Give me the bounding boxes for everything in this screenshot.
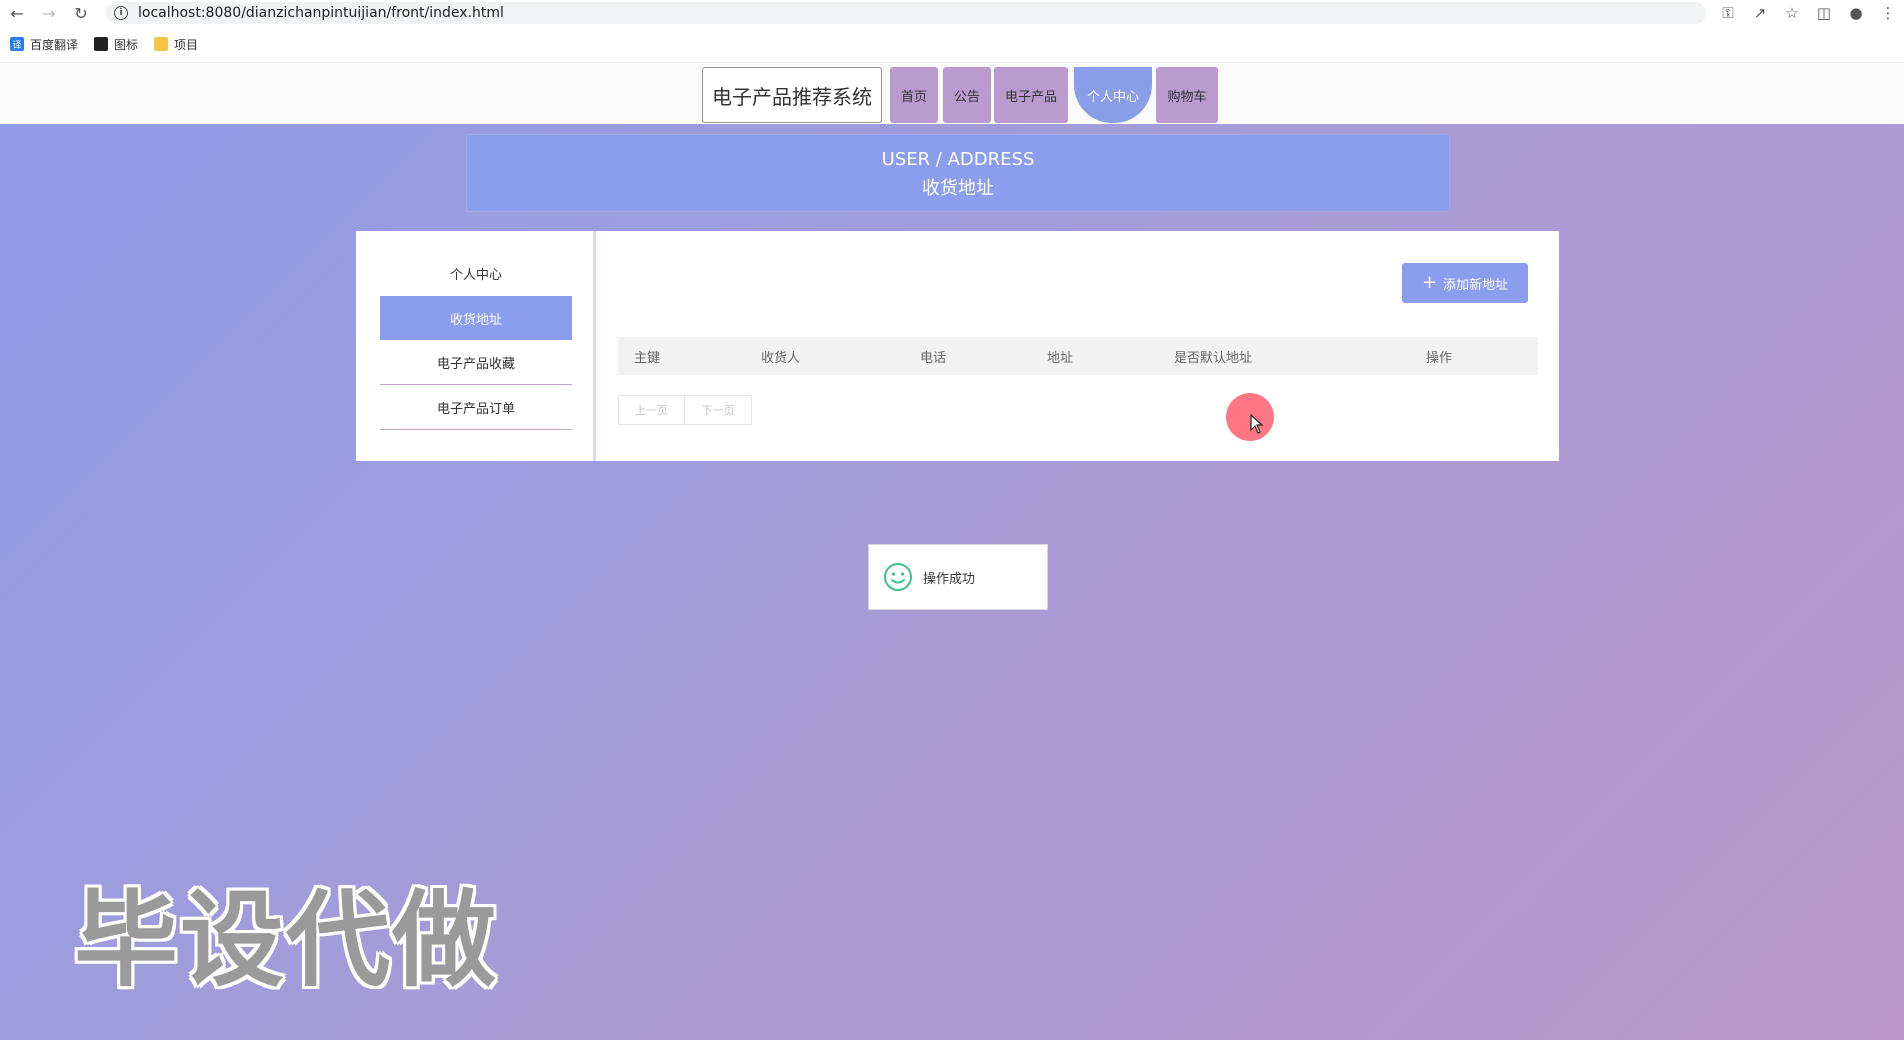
nav-notice[interactable]: 公告 (943, 67, 991, 123)
watermark-text: 毕设代做 (74, 879, 499, 1001)
sidebar-item-favorites[interactable]: 电子产品收藏 (380, 341, 572, 385)
plus-icon: + (1421, 272, 1438, 293)
bookmark-tubiao[interactable]: 图标 (94, 36, 138, 53)
nav-cart[interactable]: 购物车 (1156, 67, 1218, 123)
col-address: 地址 (1047, 350, 1074, 366)
reload-icon[interactable]: ↻ (68, 0, 94, 26)
success-toast: 操作成功 (868, 544, 1048, 610)
browser-actions: ⚿ ↗ ☆ ◫ ● ⋮ (1712, 0, 1904, 26)
banner-zh-title: 收货地址 (922, 178, 994, 199)
page-banner: USER / ADDRESS 收货地址 (466, 134, 1450, 212)
sidebar-item-address[interactable]: 收货地址 (380, 296, 572, 340)
bookmarks-bar: 译 百度翻译 图标 项目 (0, 30, 1904, 58)
share-icon[interactable]: ↗ (1744, 4, 1776, 22)
key-icon[interactable]: ⚿ (1712, 4, 1744, 22)
col-receiver: 收货人 (761, 350, 801, 366)
cursor-icon (1250, 414, 1264, 434)
image-icon (94, 37, 109, 51)
brand-title[interactable]: 电子产品推荐系统 (702, 67, 882, 123)
col-default: 是否默认地址 (1174, 350, 1253, 366)
bookmark-fanyi[interactable]: 译 百度翻译 (10, 36, 78, 53)
profile-icon[interactable]: ● (1840, 4, 1872, 22)
user-sidebar: 个人中心 收货地址 电子产品收藏 电子产品订单 (356, 231, 596, 461)
banner-en-title: USER / ADDRESS (881, 149, 1035, 170)
address-bar[interactable]: i localhost:8080/dianzichanpintuijian/fr… (106, 2, 1706, 24)
fanyi-icon: 译 (10, 37, 24, 51)
info-icon[interactable]: i (114, 6, 128, 20)
nav-products[interactable]: 电子产品 (994, 67, 1068, 123)
site-header: 电子产品推荐系统 首页 公告 电子产品 个人中心 购物车 (0, 62, 1904, 124)
content-panel: 个人中心 收货地址 电子产品收藏 电子产品订单 + 添加新地址 主键 收货人 电… (356, 231, 1559, 461)
toast-message: 操作成功 (923, 571, 976, 587)
forward-icon[interactable]: → (36, 0, 62, 26)
col-actions: 操作 (1426, 350, 1453, 366)
menu-icon[interactable]: ⋮ (1872, 4, 1904, 22)
pagination: 上一页 下一页 (618, 395, 752, 425)
smile-icon (884, 563, 912, 591)
add-address-button[interactable]: + 添加新地址 (1402, 263, 1528, 303)
prev-page-button[interactable]: 上一页 (618, 395, 685, 425)
sidebar-item-user-center[interactable]: 个人中心 (380, 251, 572, 295)
url-text: localhost:8080/dianzichanpintuijian/fron… (138, 5, 504, 21)
col-id: 主键 (634, 350, 661, 366)
nav-home[interactable]: 首页 (890, 67, 938, 123)
sidepanel-icon[interactable]: ◫ (1808, 4, 1840, 22)
nav-user-center[interactable]: 个人中心 (1074, 67, 1152, 123)
folder-icon (154, 37, 169, 51)
sidebar-item-orders[interactable]: 电子产品订单 (380, 386, 572, 430)
col-phone: 电话 (920, 350, 947, 366)
back-icon[interactable]: ← (4, 0, 30, 26)
browser-toolbar: ← → ↻ i localhost:8080/dianzichanpintuij… (0, 0, 1904, 26)
star-icon[interactable]: ☆ (1776, 4, 1808, 22)
bookmark-xiangmu[interactable]: 项目 (154, 36, 198, 53)
next-page-button[interactable]: 下一页 (685, 395, 752, 425)
address-table-header: 主键 收货人 电话 地址 是否默认地址 操作 (618, 337, 1538, 375)
